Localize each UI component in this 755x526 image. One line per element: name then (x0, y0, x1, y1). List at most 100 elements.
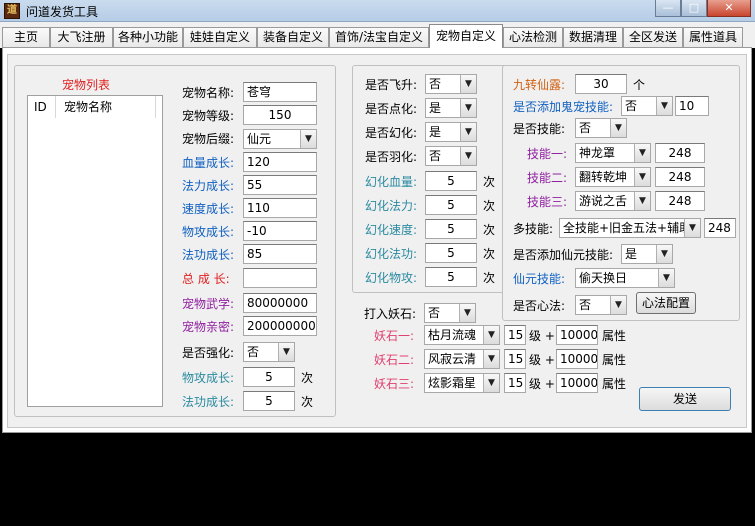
speed-growth-input[interactable]: 110 (243, 198, 317, 218)
close-icon[interactable]: ✕ (707, 0, 751, 17)
demon-stone-3-attr[interactable]: 10000 (556, 373, 598, 393)
tab-register[interactable]: 大飞注册 (50, 27, 113, 48)
chevron-down-icon[interactable]: ▼ (610, 119, 626, 137)
ghost-skill-num[interactable]: 10 (675, 96, 709, 116)
hp-growth-input[interactable]: 120 (243, 152, 317, 172)
tab-pet-custom[interactable]: 宠物自定义 (429, 24, 503, 48)
chevron-down-icon[interactable]: ▼ (300, 130, 316, 148)
tab-equipment-custom[interactable]: 装备自定义 (257, 27, 329, 48)
dew-input[interactable]: 30 (575, 74, 627, 94)
fly-select[interactable]: 否 ▼ (425, 74, 477, 94)
demon-stone-2-attr[interactable]: 10000 (556, 349, 598, 369)
minimize-icon[interactable]: — (655, 0, 681, 17)
tab-data-clean[interactable]: 数据清理 (563, 27, 623, 48)
chevron-down-icon[interactable]: ▼ (656, 97, 672, 115)
tab-send-all[interactable]: 全区发送 (623, 27, 683, 48)
chevron-down-icon[interactable]: ▼ (460, 75, 476, 93)
patk-strengthen-unit: 次 (301, 371, 314, 385)
feather-select[interactable]: 否 ▼ (425, 146, 477, 166)
chevron-down-icon[interactable]: ▼ (634, 168, 650, 186)
feather-label: 是否羽化: (365, 150, 418, 164)
pet-list[interactable]: ID 宠物名称 (27, 95, 163, 407)
chevron-down-icon[interactable]: ▼ (460, 147, 476, 165)
huan-select[interactable]: 是 ▼ (425, 122, 477, 142)
chevron-down-icon[interactable]: ▼ (656, 245, 672, 263)
chevron-down-icon[interactable]: ▼ (610, 296, 626, 314)
demon-stone-1-select[interactable]: 枯月流魂 ▼ (424, 325, 500, 345)
huan-speed-input[interactable]: 5 (425, 219, 477, 239)
chevron-down-icon[interactable]: ▼ (483, 326, 499, 344)
tab-attr-items[interactable]: 属性道具 (683, 27, 743, 48)
tab-small-functions[interactable]: 各种小功能 (113, 27, 183, 48)
xianyuan-skill-value: 偷天换日 (579, 271, 628, 285)
xinfa-label: 是否心法: (513, 299, 566, 313)
chevron-down-icon[interactable]: ▼ (460, 99, 476, 117)
xianyuan-add-select[interactable]: 是 ▼ (621, 244, 673, 264)
skill-2-num[interactable]: 248 (655, 167, 705, 187)
matk-growth-input[interactable]: 85 (243, 244, 317, 264)
multi-skill-num[interactable]: 248 (704, 218, 736, 238)
tab-xinfa-check[interactable]: 心法检测 (503, 27, 563, 48)
tab-doll-custom[interactable]: 娃娃自定义 (183, 27, 257, 48)
maximize-icon[interactable]: □ (681, 0, 707, 17)
dot-label: 是否点化: (365, 102, 418, 116)
huan-mp-input[interactable]: 5 (425, 195, 477, 215)
ghost-skill-select[interactable]: 否 ▼ (621, 96, 673, 116)
log-console[interactable] (0, 434, 755, 526)
demon-stone-3-select[interactable]: 炫影霜星 ▼ (424, 373, 500, 393)
total-growth-input[interactable] (243, 268, 317, 288)
send-button[interactable]: 发送 (639, 387, 731, 411)
pet-suffix-select[interactable]: 仙元 ▼ (243, 129, 317, 149)
skill-3-num[interactable]: 248 (655, 191, 705, 211)
chevron-down-icon[interactable]: ▼ (684, 219, 700, 237)
xinfa-config-button[interactable]: 心法配置 (636, 292, 696, 314)
multi-skill-label: 多技能: (513, 222, 554, 236)
chevron-down-icon[interactable]: ▼ (483, 350, 499, 368)
xinfa-value: 否 (579, 298, 592, 312)
demon-stone-2-label: 妖石二: (374, 353, 415, 367)
huan-patk-input[interactable]: 5 (425, 267, 477, 287)
tab-jewelry-custom[interactable]: 首饰/法宝自定义 (329, 27, 429, 48)
tab-home[interactable]: 主页 (2, 27, 50, 48)
huan-matk-input[interactable]: 5 (425, 243, 477, 263)
patk-strengthen-input[interactable]: 5 (243, 367, 295, 387)
chevron-down-icon[interactable]: ▼ (634, 144, 650, 162)
demon-stone-2-level[interactable]: 15 (504, 349, 526, 369)
skill-1-value: 神龙罩 (579, 146, 616, 160)
chevron-down-icon[interactable]: ▼ (459, 304, 475, 322)
xianyuan-add-value: 是 (625, 247, 638, 261)
demon-stone-enter-select[interactable]: 否 ▼ (424, 303, 476, 323)
patk-growth-input[interactable]: -10 (243, 221, 317, 241)
demon-stone-1-attr[interactable]: 10000 (556, 325, 598, 345)
pet-name-input[interactable]: 苍穹 (243, 82, 317, 102)
chevron-down-icon[interactable]: ▼ (658, 269, 674, 287)
mp-growth-input[interactable]: 55 (243, 175, 317, 195)
chevron-down-icon[interactable]: ▼ (634, 192, 650, 210)
column-header-id[interactable]: ID (28, 96, 56, 118)
dot-select[interactable]: 是 ▼ (425, 98, 477, 118)
matk-strengthen-input[interactable]: 5 (243, 391, 295, 411)
skill-1-select[interactable]: 神龙罩 ▼ (575, 143, 651, 163)
huan-hp-input[interactable]: 5 (425, 171, 477, 191)
multi-skill-select[interactable]: 全技能+旧金五法+辅助 ▼ (559, 218, 701, 238)
chevron-down-icon[interactable]: ▼ (460, 123, 476, 141)
pet-level-input[interactable]: 150 (243, 105, 317, 125)
strengthen-select[interactable]: 否 ▼ (243, 342, 295, 362)
chevron-down-icon[interactable]: ▼ (278, 343, 294, 361)
skills-group: 九转仙露: 30 个 是否添加鬼宠技能: 否 ▼ 10 是否技能: 否 ▼ 技能… (502, 65, 740, 321)
column-header-pet-name[interactable]: 宠物名称 (56, 96, 156, 118)
skill-3-select[interactable]: 游说之舌 ▼ (575, 191, 651, 211)
skill-enabled-select[interactable]: 否 ▼ (575, 118, 627, 138)
xinfa-select[interactable]: 否 ▼ (575, 295, 627, 315)
skill-2-select[interactable]: 翻转乾坤 ▼ (575, 167, 651, 187)
demon-stone-1-level[interactable]: 15 (504, 325, 526, 345)
xianyuan-skill-select[interactable]: 偷天换日 ▼ (575, 268, 675, 288)
patk-strengthen-label: 物攻成长: (182, 371, 235, 385)
demon-stone-3-level[interactable]: 15 (504, 373, 526, 393)
skill-1-num[interactable]: 248 (655, 143, 705, 163)
intimacy-input[interactable]: 200000000 (243, 316, 317, 336)
martial-input[interactable]: 80000000 (243, 293, 317, 313)
huan-patk-unit: 次 (483, 271, 496, 285)
chevron-down-icon[interactable]: ▼ (483, 374, 499, 392)
demon-stone-2-select[interactable]: 风寂云清 ▼ (424, 349, 500, 369)
